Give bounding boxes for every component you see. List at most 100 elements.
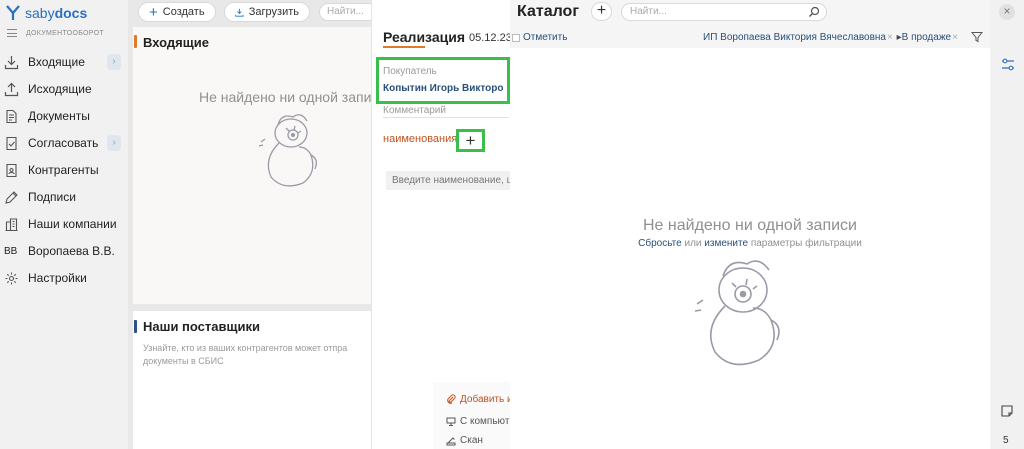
hint-rest: параметры фильтрации [750,238,862,249]
suppliers-panel: Наши поставщики Узнайте, кто из ваших ко… [133,311,371,449]
sidebar-item-label: Воропаева В.В. [28,244,115,258]
incoming-panel: Входящие Не найдено ни одной запи [133,27,371,304]
suppliers-title[interactable]: Наши поставщики [143,319,260,334]
add-item-button[interactable]: + [456,129,485,152]
scanner-icon [446,437,456,446]
empty-mascot-icon [258,114,317,187]
empty-state-title: Не найдено ни одной записи [643,217,857,234]
document-date[interactable]: 05.12.23 [469,32,512,44]
catalog-add-button[interactable]: + [591,2,612,21]
catalog-body: Не найдено ни одной записи Сбросьте или … [510,48,990,449]
inbox-icon [4,55,19,69]
sidebar-item-documents[interactable]: Документы [0,105,128,127]
buyer-field-highlight [376,57,510,104]
sidebar: sabydocs ДОКУМЕНТООБОРОТ Входящие › Исхо… [0,0,128,449]
search-icon[interactable] [808,6,820,18]
title-underline [383,46,425,48]
create-button[interactable]: + Создать [138,2,216,22]
documents-icon [6,109,17,123]
comment-field[interactable]: Комментарий [383,105,446,116]
catalog-title: Каталог [517,3,579,20]
attachments-area: Добавить и С компьют Скан [433,382,513,449]
from-computer-label: С компьют [460,416,510,427]
close-icon[interactable]: × [999,4,1015,20]
menu-icon[interactable] [7,29,17,37]
empty-mascot-icon [694,260,780,366]
buyer-field[interactable]: Копытин Игорь Викторо [383,83,507,94]
catalog-panel: Каталог + Найти... Отметить ИП Воропаева… [510,0,990,449]
right-strip: × 5 [990,0,1024,449]
mark-all-button[interactable]: Отметить [512,32,567,43]
sidebar-item-profile[interactable]: ВВ Воропаева В.В. [0,240,128,262]
upload-button-label: Загрузить [248,6,299,18]
active-filters: ИП Воропаева Виктория Вячеславовна× ▸В п… [703,32,958,43]
accent-bar [134,320,137,333]
brand-subtitle-text: ДОКУМЕНТООБОРОТ [26,29,104,37]
close-icon[interactable]: × [887,32,893,43]
settings-icon [5,272,18,284]
incoming-title[interactable]: Входящие [143,35,209,50]
reset-filters-link[interactable]: Сбросьте [638,238,682,249]
chevron-right-icon[interactable]: › [107,54,121,70]
checkbox[interactable] [512,33,520,42]
avatar: ВВ [4,245,18,257]
items-label: наименования [383,133,458,145]
accent-bar [134,35,137,48]
attach-link[interactable]: Добавить и [446,394,513,405]
hint-or: или [684,238,702,249]
plus-icon: + [149,3,158,21]
buyer-label: Покупатель [383,66,437,77]
filter-org[interactable]: ИП Воропаева Виктория Вячеславовна [703,32,886,43]
empty-state-hint: Сбросьте или измените параметры фильтрац… [510,238,990,249]
sidebar-item-incoming[interactable]: Входящие › [0,51,128,73]
paperclip-icon [447,394,456,404]
scan-label: Скан [460,435,483,446]
attach-label: Добавить и [460,394,513,405]
filter-status[interactable]: В продаже [902,32,951,43]
signature-icon [5,190,18,204]
sidebar-item-outgoing[interactable]: Исходящие [0,78,128,100]
notes-icon[interactable] [1000,404,1014,418]
sidebar-item-label: Документы [28,109,90,123]
logo-text: sabydocs [25,5,88,21]
computer-icon [446,417,456,426]
sidebar-item-companies[interactable]: Наши компании [0,213,128,235]
sidebar-item-label: Подписи [28,190,76,204]
sidebar-item-label: Согласовать [28,136,99,150]
sidebar-item-approve[interactable]: Согласовать › [0,132,128,154]
sidebar-item-settings[interactable]: Настройки [0,267,128,289]
change-filters-link[interactable]: измените [704,238,748,249]
sidebar-item-label: Исходящие [28,82,92,96]
companies-icon [5,217,18,231]
sidebar-item-signatures[interactable]: Подписи [0,186,128,208]
document-title[interactable]: Реализация [383,29,465,45]
sidebar-item-contractors[interactable]: Контрагенты [0,159,128,181]
brand-subtitle: ДОКУМЕНТООБОРОТ [7,29,104,37]
sidebar-item-label: Входящие [28,55,85,69]
saby-logo-icon [6,5,20,20]
logo[interactable]: sabydocs [6,4,87,22]
chevron-right-icon[interactable]: › [107,135,121,151]
counter-badge[interactable]: 5 [1003,435,1009,446]
create-button-label: Создать [162,6,205,18]
sidebar-item-label: Настройки [28,271,87,285]
sliders-icon[interactable] [1001,58,1015,71]
item-name-input[interactable]: Введите наименование, ш [386,171,512,190]
suppliers-description: Узнайте, кто из ваших контрагентов может… [143,343,348,366]
upload-icon [235,8,244,17]
empty-state-text: Не найдено ни одной запи [199,89,372,105]
from-computer-link[interactable]: С компьют [446,416,509,427]
outbox-icon [4,82,19,96]
scan-link[interactable]: Скан [446,435,483,446]
sidebar-item-label: Контрагенты [28,163,99,177]
search-input[interactable]: Найти... [319,3,371,21]
divider [383,117,509,118]
catalog-search-input[interactable]: Найти... [621,3,827,21]
upload-button[interactable]: Загрузить [224,2,310,22]
close-icon[interactable]: × [952,32,958,43]
approve-icon [6,136,17,150]
catalog-search-placeholder: Найти... [630,6,667,17]
filter-icon[interactable] [971,31,983,43]
document-panel: Реализация 05.12.23 Покупатель Копытин И… [371,0,513,449]
sidebar-item-label: Наши компании [28,217,117,231]
